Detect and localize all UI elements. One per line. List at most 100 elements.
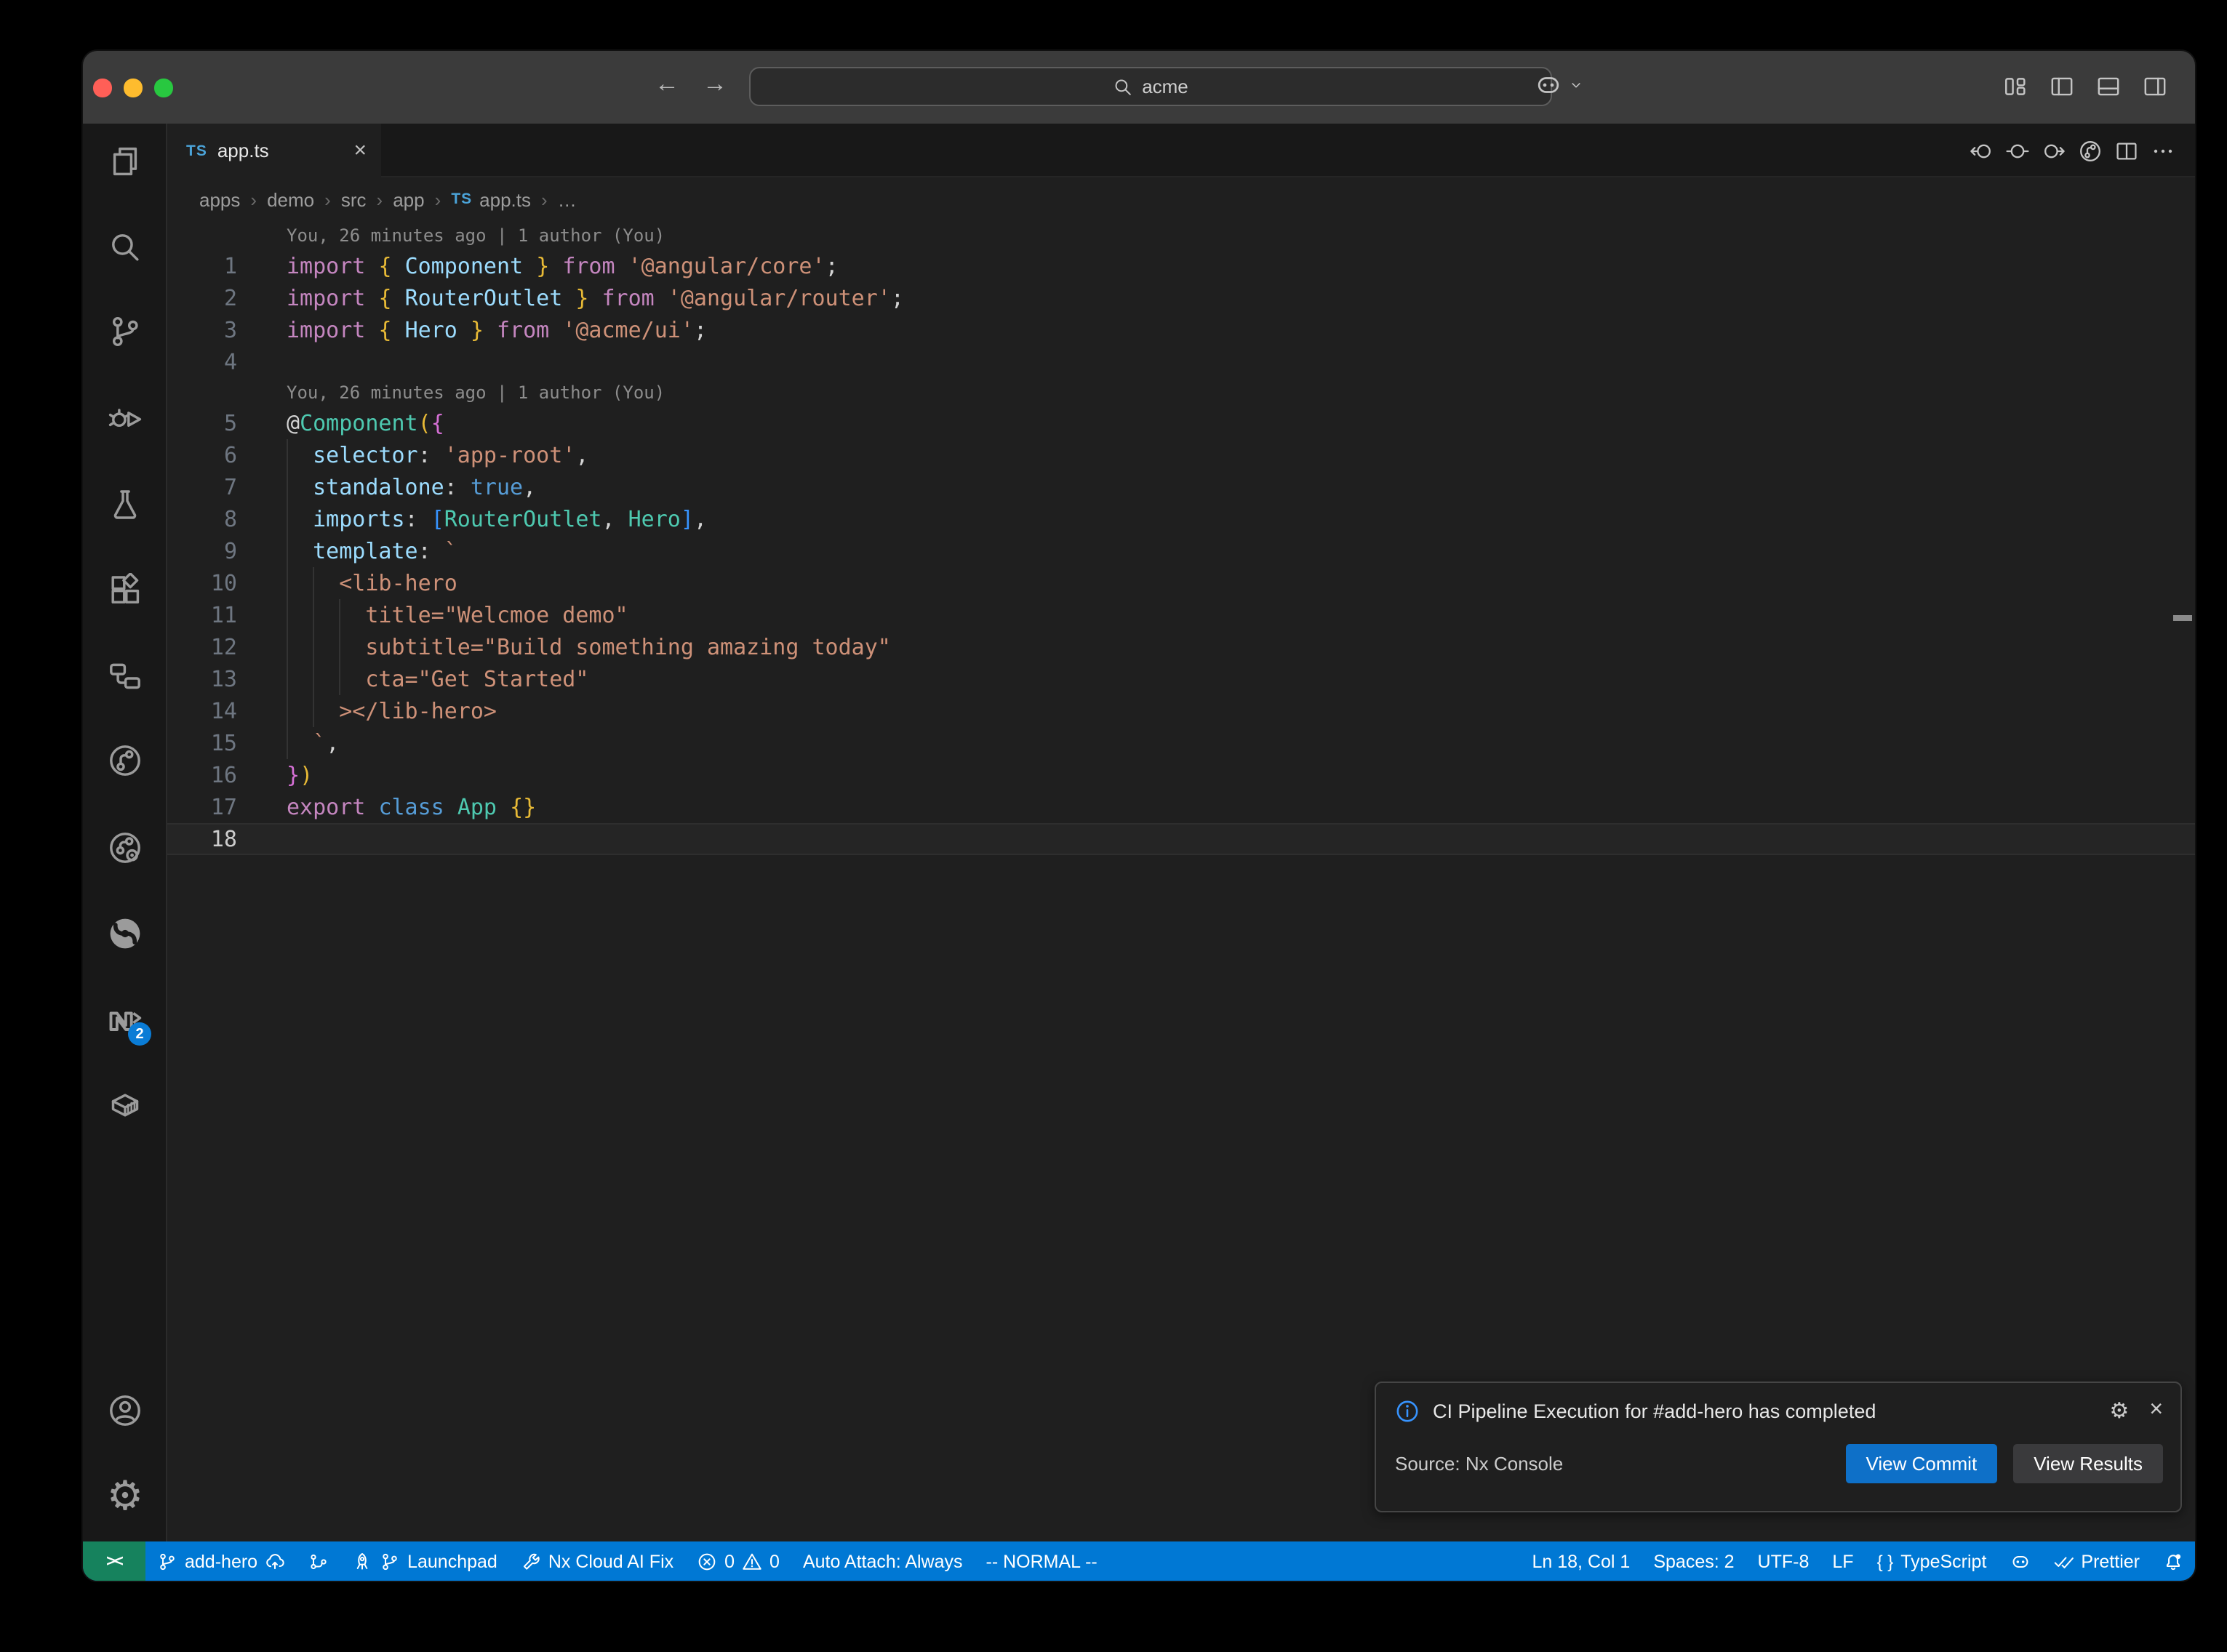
eol-status[interactable]: LF <box>1820 1541 1865 1581</box>
breadcrumb-separator: › <box>435 188 441 210</box>
git-branch-icon <box>157 1551 177 1571</box>
breadcrumb-item[interactable]: TSapp.ts <box>451 188 531 210</box>
problems-status[interactable]: 00 <box>685 1541 791 1581</box>
notification-gear-icon[interactable]: ⚙ <box>2109 1398 2129 1424</box>
commit-graph-icon <box>308 1551 329 1571</box>
launchpad-status[interactable]: Launchpad <box>340 1541 509 1581</box>
tab-app-ts[interactable]: TS app.ts × <box>167 124 381 177</box>
macos-zoom-button[interactable] <box>154 79 172 97</box>
activity-item-accounts[interactable] <box>108 1393 143 1428</box>
breadcrumb-label: demo <box>267 188 314 210</box>
next-change-icon[interactable] <box>2042 139 2066 162</box>
activity-item-swirl-extension[interactable] <box>108 916 143 951</box>
macos-close-button[interactable] <box>93 79 111 97</box>
tab-close-icon[interactable]: × <box>353 140 367 161</box>
breadcrumb-item[interactable]: src <box>341 188 367 210</box>
customize-layout-icon[interactable] <box>2003 74 2028 99</box>
more-actions-icon[interactable] <box>2151 139 2175 162</box>
bell-dot-icon <box>2163 1551 2183 1571</box>
workbench: 2⚙ TS app.ts × apps›demo›src›app›TSapp.t… <box>83 124 2195 1541</box>
activity-bar: 2⚙ <box>83 124 167 1541</box>
breadcrumb-item[interactable]: app <box>393 188 424 210</box>
notification-close-icon[interactable]: × <box>2149 1398 2163 1424</box>
line-number: 18 <box>167 823 237 855</box>
split-editor-icon[interactable] <box>2115 139 2138 162</box>
code-line: 6 selector: 'app-root', <box>167 439 2195 471</box>
line-number: 12 <box>167 631 237 663</box>
code-line: 18 <box>167 823 2195 855</box>
activity-item-run-and-debug[interactable] <box>108 401 143 436</box>
activity-item-git-graph-inspect[interactable] <box>108 830 143 865</box>
indentation-status[interactable]: Spaces: 2 <box>1642 1541 1746 1581</box>
code-line: 3import { Hero } from '@acme/ui'; <box>167 314 2195 346</box>
copilot-menu-button[interactable] <box>1535 71 1584 99</box>
line-number: 16 <box>167 759 237 791</box>
run-and-debug-icon <box>108 401 143 436</box>
remote-indicator[interactable]: >< <box>83 1541 145 1581</box>
code-editor[interactable]: You, 26 minutes ago | 1 author (You)1imp… <box>167 221 2195 1541</box>
branch-status-label: add-hero <box>185 1551 257 1571</box>
toggle-primary-sidebar-icon[interactable] <box>2050 74 2074 99</box>
view-results-button[interactable]: View Results <box>2013 1444 2163 1483</box>
macos-minimize-button[interactable] <box>124 79 142 97</box>
code-line: 7 standalone: true, <box>167 471 2195 503</box>
code-line: 14 ></lib-hero> <box>167 695 2195 727</box>
encoding-status[interactable]: UTF-8 <box>1746 1541 1821 1581</box>
code-line: 15 `, <box>167 727 2195 759</box>
explorer-icon <box>108 144 143 179</box>
git-blame-annotation[interactable]: You, 26 minutes ago | 1 author (You) <box>167 221 2195 250</box>
toggle-panel-icon[interactable] <box>2096 74 2121 99</box>
previous-change-icon[interactable] <box>1970 139 1993 162</box>
nx-cloud-ai-fix-status[interactable]: Nx Cloud AI Fix <box>509 1541 685 1581</box>
language-status-label: TypeScript <box>1900 1551 1986 1571</box>
copilot-status[interactable] <box>1998 1541 2042 1581</box>
toggle-secondary-sidebar-icon[interactable] <box>2143 74 2167 99</box>
code-line: 4 <box>167 346 2195 378</box>
activity-item-git-graph[interactable] <box>108 743 143 778</box>
editor-group: TS app.ts × apps›demo›src›app›TSapp.ts›…… <box>167 124 2195 1541</box>
overview-ruler-mark <box>2173 615 2192 620</box>
search-icon <box>108 230 143 265</box>
navigate-forward-button[interactable]: → <box>703 70 727 99</box>
breadcrumb-item[interactable]: apps <box>199 188 240 210</box>
notification-title: CI Pipeline Execution for #add-hero has … <box>1433 1400 1876 1422</box>
activity-item-source-control[interactable] <box>108 314 143 349</box>
view-commit-button[interactable]: View Commit <box>1846 1444 1998 1483</box>
notifications-status[interactable] <box>2151 1541 2195 1581</box>
change-icon[interactable] <box>2006 139 2029 162</box>
branch-status[interactable]: add-hero <box>145 1541 297 1581</box>
git-blame-annotation[interactable]: You, 26 minutes ago | 1 author (You) <box>167 378 2195 407</box>
git-graph-icon[interactable] <box>2079 139 2102 162</box>
auto-attach-status-label: Auto Attach: Always <box>803 1551 963 1571</box>
breadcrumb-item[interactable]: … <box>558 188 577 210</box>
commit-graph-status[interactable] <box>297 1541 340 1581</box>
activity-item-testing[interactable] <box>108 487 143 522</box>
activity-item-extensions[interactable] <box>108 573 143 608</box>
activity-item-nx-console[interactable]: 2 <box>108 1003 143 1038</box>
activity-item-manage-settings[interactable]: ⚙ <box>108 1479 143 1514</box>
encoding-status-label: UTF-8 <box>1758 1551 1810 1571</box>
line-number: 8 <box>167 503 237 535</box>
activity-item-search[interactable] <box>108 230 143 265</box>
swirl-extension-icon <box>108 916 143 951</box>
activity-item-explorer[interactable] <box>108 144 143 179</box>
breadcrumb: apps›demo›src›app›TSapp.ts›… <box>167 177 2195 221</box>
search-icon <box>1113 76 1133 97</box>
vim-mode-status[interactable]: -- NORMAL -- <box>975 1541 1109 1581</box>
code-line-text: title="Welcmoe demo" <box>287 599 628 631</box>
prettier-status[interactable]: Prettier <box>2042 1541 2151 1581</box>
breadcrumb-item[interactable]: demo <box>267 188 314 210</box>
code-line-text: imports: [RouterOutlet, Hero], <box>287 503 707 535</box>
nx-badge: 2 <box>128 1022 151 1046</box>
cursor-position-status[interactable]: Ln 18, Col 1 <box>1521 1541 1642 1581</box>
auto-attach-status[interactable]: Auto Attach: Always <box>791 1541 975 1581</box>
breadcrumb-separator: › <box>377 188 383 210</box>
vim-mode-status-label: -- NORMAL -- <box>986 1551 1097 1571</box>
breadcrumb-separator: › <box>541 188 548 210</box>
language-status[interactable]: { }TypeScript <box>1866 1541 1999 1581</box>
navigate-back-button[interactable]: ← <box>655 70 679 99</box>
activity-item-dev-container[interactable] <box>108 1088 143 1123</box>
activity-item-project-flowchart[interactable] <box>108 659 143 694</box>
code-line-text: cta="Get Started" <box>287 663 588 695</box>
command-center-search[interactable]: acme <box>749 67 1552 106</box>
